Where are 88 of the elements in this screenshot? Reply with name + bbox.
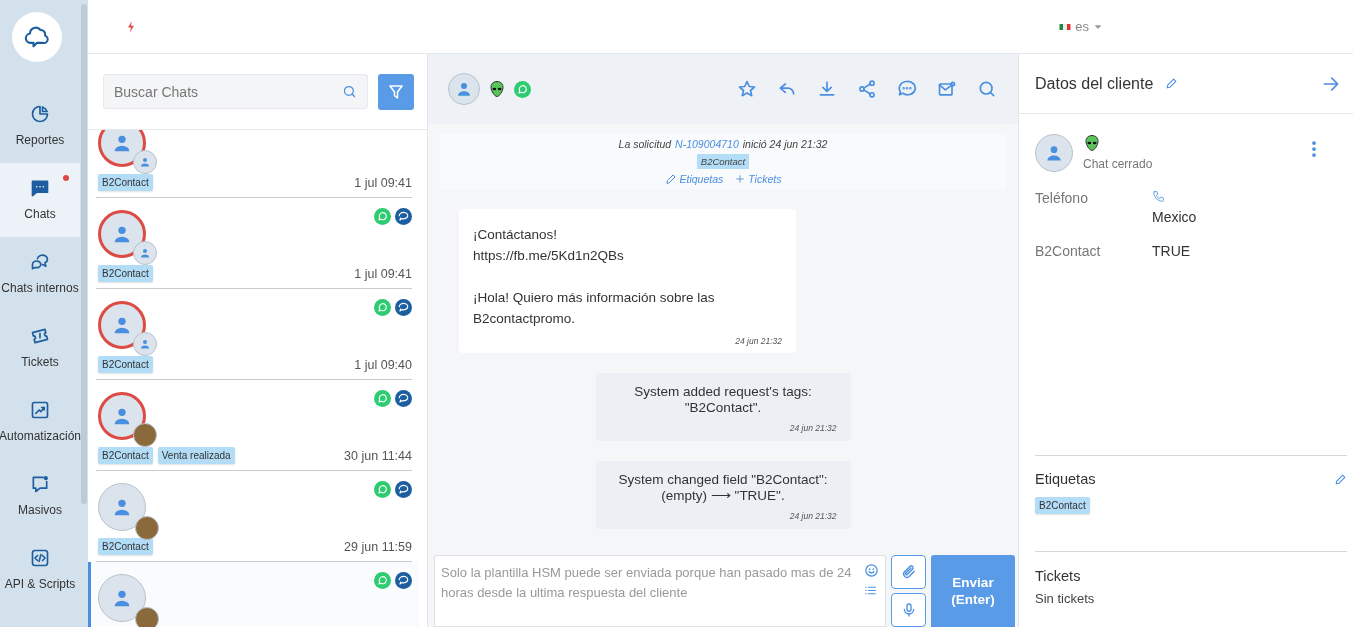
- pencil-icon[interactable]: [1165, 77, 1179, 90]
- message-icon: [30, 474, 50, 494]
- plus-icon: [735, 174, 746, 184]
- chat-item[interactable]: B2Contact 1 jul 09:41: [96, 130, 412, 198]
- photo-placeholder: [135, 607, 159, 627]
- pencil-icon[interactable]: [1334, 472, 1347, 486]
- trend-chart-icon: [30, 400, 50, 420]
- search-field[interactable]: Buscar Chats: [103, 74, 368, 109]
- chat-item[interactable]: B2Contact 1 jul 09:41: [96, 198, 412, 289]
- tag: B2Contact: [1035, 497, 1090, 514]
- section-title: Etiquetas: [1035, 471, 1096, 487]
- person-icon: [1044, 143, 1064, 163]
- alien-icon: [1083, 134, 1101, 152]
- tag: B2Contact: [98, 356, 153, 373]
- list-icon[interactable]: [864, 584, 877, 597]
- pie-chart-icon: [30, 104, 50, 124]
- nav-item[interactable]: Masivos: [0, 459, 80, 533]
- chat-channel-icon: [395, 390, 412, 407]
- download-icon[interactable]: [817, 79, 837, 99]
- alien-icon: [488, 80, 506, 98]
- logo-badge[interactable]: [12, 12, 62, 62]
- language-selector[interactable]: es: [1059, 19, 1103, 34]
- chat-channel-icon: [395, 208, 412, 225]
- filter-button[interactable]: [378, 73, 414, 110]
- chat-channel-icon: [395, 481, 412, 498]
- nav-item[interactable]: Chats internos: [0, 237, 80, 311]
- field-value: Mexico: [1152, 209, 1198, 225]
- message-text: ¡Contáctanos! https://fb.me/5Kd1n2QBs ¡Hola! Quiero más información sobre las B2contactpromo.: [473, 226, 716, 328]
- paperclip-icon: [900, 564, 917, 580]
- chat-bubble-icon: [30, 178, 50, 198]
- chat-time: 1 jul 09:41: [354, 175, 412, 190]
- comment-icon[interactable]: [897, 79, 917, 99]
- pencil-icon: [664, 173, 677, 185]
- panel-title: Datos del cliente: [1035, 74, 1154, 93]
- star-icon[interactable]: [737, 79, 757, 99]
- message-text: System changed field "B2Contact": (empty) ⟶ "TRUE".: [617, 472, 829, 504]
- chat-item[interactable]: B2Contact Venta realizada 30 jun 11:44: [96, 380, 412, 471]
- field-label: B2Contact: [1035, 243, 1102, 259]
- field-label: Teléfono: [1035, 190, 1089, 208]
- search-icon: [342, 84, 357, 99]
- microphone-button[interactable]: [891, 593, 926, 627]
- chat-channel-icon: [395, 299, 412, 316]
- person-icon: [139, 247, 151, 259]
- field-value: TRUE: [1152, 243, 1192, 259]
- mail-icon[interactable]: [937, 79, 957, 99]
- attach-button[interactable]: [891, 555, 926, 589]
- tag: B2Contact: [98, 447, 153, 464]
- search-icon[interactable]: [977, 79, 997, 99]
- nav-item[interactable]: Chats: [0, 163, 80, 237]
- filter-icon: [387, 82, 405, 101]
- share-icon[interactable]: [857, 79, 877, 99]
- person-icon: [139, 156, 151, 168]
- request-text: inició 24 jun 21:32: [742, 138, 828, 150]
- person-icon: [139, 338, 151, 350]
- chat-channel-icon: [395, 572, 412, 589]
- person-icon: [455, 80, 473, 98]
- chat-time: 30 jun 11:44: [344, 448, 412, 463]
- tag: B2Contact: [696, 154, 750, 169]
- phone-icon[interactable]: [1152, 190, 1165, 203]
- request-text: La solicitud: [618, 138, 672, 150]
- section-title: Tickets: [1035, 568, 1082, 584]
- photo-placeholder: [135, 516, 159, 540]
- notification-dot: [63, 175, 69, 181]
- chat-item[interactable]: B2Contact 29 jun 11:59: [96, 471, 412, 562]
- tag: B2Contact: [98, 538, 153, 555]
- code-icon: [30, 548, 50, 568]
- photo-placeholder: [133, 423, 157, 447]
- nav-item[interactable]: API & Scripts: [0, 533, 80, 607]
- chat-status: Chat cerrado: [1083, 157, 1153, 171]
- chat-item[interactable]: B2Contact 1 jul 09:40: [96, 289, 412, 380]
- ticket-icon: [30, 326, 50, 346]
- nav-item[interactable]: Reportes: [0, 89, 80, 163]
- chat-bubbles-icon: [30, 252, 50, 272]
- tag: Venta realizada: [157, 447, 235, 464]
- message-text: System added request's tags: "B2Contact".: [633, 384, 813, 416]
- chat-item[interactable]: [88, 562, 419, 627]
- message-time: 24 jun 21:32: [734, 335, 782, 347]
- message-time: 24 jun 21:32: [788, 422, 837, 434]
- emoji-icon[interactable]: [864, 563, 879, 578]
- chat-time: 29 jun 11:59: [344, 539, 412, 554]
- nav-item[interactable]: Tickets: [0, 311, 80, 385]
- tag: B2Contact: [98, 265, 153, 282]
- empty-text: Sin tickets: [1035, 591, 1096, 606]
- chat-time: 1 jul 09:40: [354, 357, 412, 372]
- whatsapp-icon: [514, 80, 531, 98]
- chat-time: 1 jul 09:41: [354, 266, 412, 281]
- tag: B2Contact: [98, 174, 153, 191]
- message-time: 24 jun 21:32: [788, 510, 837, 522]
